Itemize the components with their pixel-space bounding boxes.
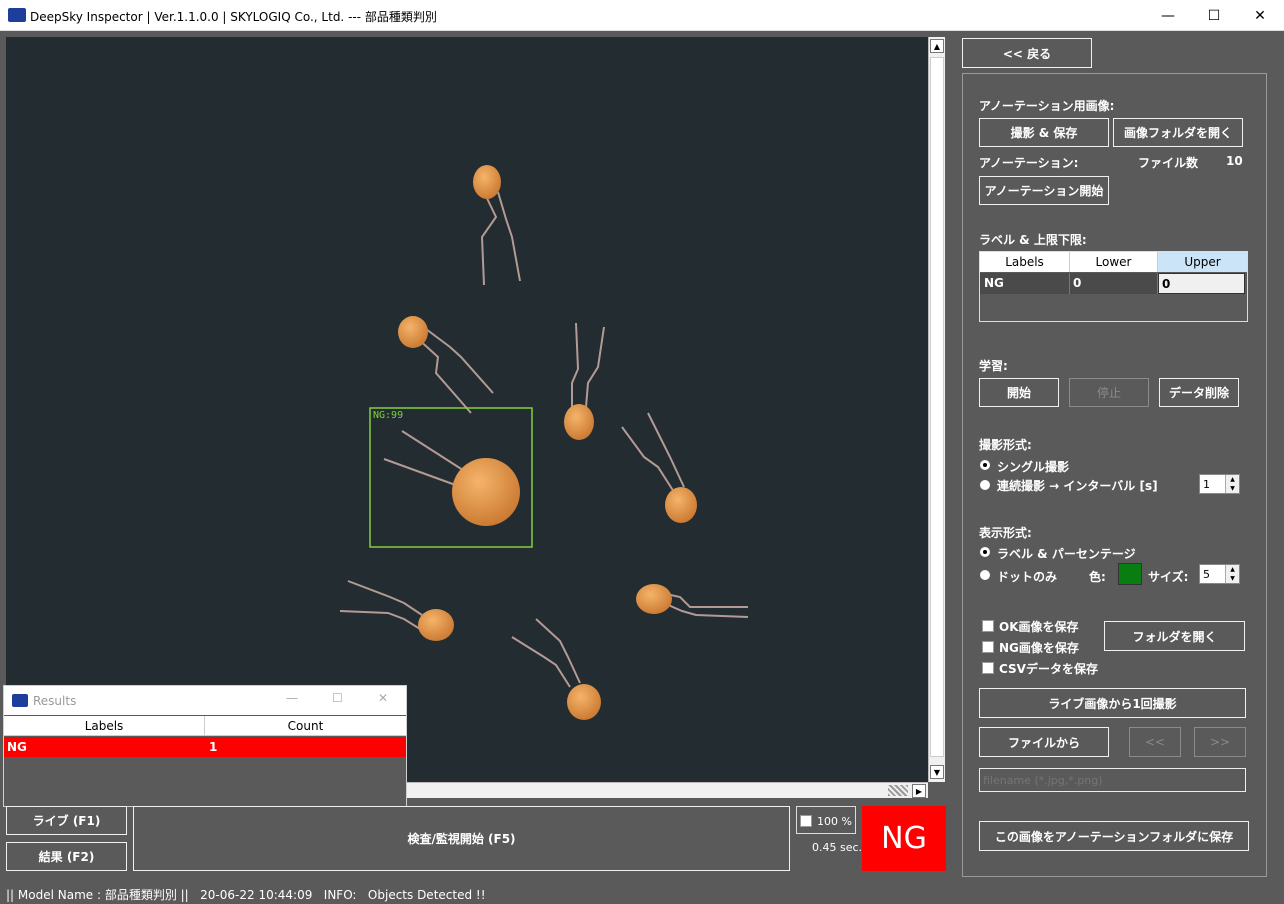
dot-color-swatch[interactable] bbox=[1118, 563, 1142, 585]
display-mode-label: 表示形式: bbox=[979, 526, 1032, 540]
title-bar: DeepSky Inspector | Ver.1.1.0.0 | SKYLOG… bbox=[0, 0, 1284, 31]
zoom-label: 100 % bbox=[817, 815, 852, 828]
detection-label: NG:99 bbox=[373, 410, 403, 421]
label-limits-row[interactable]: NG 0 0 bbox=[980, 273, 1247, 294]
file-count-label: ファイル数 bbox=[1138, 156, 1199, 170]
label-limits-label: ラベル & 上限下限: bbox=[979, 233, 1087, 247]
training-label: 学習: bbox=[979, 359, 1008, 373]
open-folder-button[interactable]: フォルダを開く bbox=[1104, 621, 1245, 651]
train-stop-button[interactable]: 停止 bbox=[1069, 378, 1149, 407]
prev-file-button[interactable]: << bbox=[1129, 727, 1181, 757]
results-close-icon[interactable]: ✕ bbox=[378, 691, 388, 705]
window-title: DeepSky Inspector | Ver.1.1.0.0 | SKYLOG… bbox=[30, 10, 437, 24]
save-ok-checkbox[interactable] bbox=[982, 620, 994, 632]
capture-save-button[interactable]: 撮影 & 保存 bbox=[979, 118, 1109, 147]
status-bar: || Model Name : 部品種類判別 || 20-06-22 10:44… bbox=[0, 883, 1284, 904]
results-col-count: Count bbox=[287, 719, 324, 733]
interval-down-icon[interactable]: ▼ bbox=[1225, 484, 1239, 493]
size-label: サイズ: bbox=[1148, 570, 1189, 584]
size-down-icon[interactable]: ▼ bbox=[1225, 574, 1239, 583]
save-csv-checkbox[interactable] bbox=[982, 662, 994, 674]
app-logo-icon bbox=[8, 8, 26, 22]
viewer-horizontal-scrollbar[interactable]: ▶ bbox=[406, 782, 928, 798]
results-minimize-icon[interactable]: — bbox=[286, 691, 298, 705]
save-ok-label: OK画像を保存 bbox=[999, 620, 1079, 634]
elapsed-time: 0.45 sec. bbox=[812, 841, 863, 854]
interval-up-icon[interactable]: ▲ bbox=[1225, 475, 1239, 484]
interval-value: 1 bbox=[1203, 477, 1210, 491]
label-limits-table: Labels Lower Upper NG 0 0 bbox=[979, 251, 1248, 322]
zoom-box[interactable]: 100 % bbox=[796, 806, 856, 834]
single-capture-label: シングル撮影 bbox=[997, 460, 1070, 474]
scroll-up-arrow-icon[interactable]: ▲ bbox=[930, 39, 944, 53]
results-window: Results — ☐ ✕ Labels Count NG 1 bbox=[3, 685, 407, 807]
train-start-button[interactable]: 開始 bbox=[979, 378, 1059, 407]
file-count-value: 10 bbox=[1226, 154, 1243, 168]
results-table-header: Labels Count bbox=[4, 716, 406, 736]
label-percentage-label: ラベル & パーセンテージ bbox=[997, 547, 1136, 561]
col-labels: Labels bbox=[980, 252, 1070, 272]
col-lower: Lower bbox=[1070, 252, 1158, 272]
component-1-body bbox=[473, 165, 501, 199]
scroll-thumb[interactable] bbox=[930, 57, 944, 757]
live-button[interactable]: ライブ (F1) bbox=[6, 806, 127, 835]
back-button[interactable]: << 戻る bbox=[962, 38, 1092, 68]
minimize-button[interactable]: — bbox=[1145, 0, 1191, 31]
row-label[interactable]: NG bbox=[980, 273, 1070, 294]
label-percentage-radio[interactable] bbox=[980, 547, 990, 557]
results-title: Results bbox=[33, 694, 77, 708]
save-to-annotation-button[interactable]: この画像をアノーテーションフォルダに保存 bbox=[979, 821, 1249, 851]
save-ng-checkbox[interactable] bbox=[982, 641, 994, 653]
size-up-icon[interactable]: ▲ bbox=[1225, 565, 1239, 574]
dot-only-label: ドットのみ bbox=[997, 570, 1058, 584]
col-upper: Upper bbox=[1158, 252, 1247, 272]
results-col-labels: Labels bbox=[4, 716, 205, 735]
size-spinner[interactable]: 5 ▲ ▼ bbox=[1199, 564, 1240, 584]
results-row-label: NG bbox=[7, 740, 27, 754]
continuous-capture-radio[interactable] bbox=[980, 480, 990, 490]
capture-mode-label: 撮影形式: bbox=[979, 438, 1032, 452]
camera-image-viewer[interactable]: NG:99 bbox=[6, 37, 928, 782]
annotation-label: アノーテーション: bbox=[979, 156, 1079, 170]
size-value: 5 bbox=[1203, 567, 1210, 581]
close-button[interactable]: ✕ bbox=[1237, 0, 1283, 31]
label-limits-header: Labels Lower Upper bbox=[980, 252, 1247, 272]
from-file-button[interactable]: ファイルから bbox=[979, 727, 1109, 757]
annotation-images-label: アノーテーション用画像: bbox=[979, 99, 1115, 113]
row-upper[interactable]: 0 bbox=[1158, 273, 1245, 294]
scroll-down-arrow-icon[interactable]: ▼ bbox=[930, 765, 944, 779]
maximize-button[interactable]: ☐ bbox=[1191, 0, 1237, 31]
continuous-capture-label: 連続撮影 → インターバル [s] bbox=[997, 479, 1158, 493]
results-logo-icon bbox=[12, 694, 28, 707]
color-label: 色: bbox=[1089, 570, 1106, 584]
camera-image: NG:99 bbox=[339, 165, 749, 720]
save-csv-label: CSVデータを保存 bbox=[999, 662, 1098, 676]
next-file-button[interactable]: >> bbox=[1194, 727, 1246, 757]
results-maximize-icon[interactable]: ☐ bbox=[332, 691, 343, 705]
results-row[interactable]: NG 1 bbox=[4, 737, 406, 757]
inspection-start-button[interactable]: 検査/監視開始 (F5) bbox=[133, 806, 790, 871]
zoom-checkbox[interactable] bbox=[800, 815, 812, 827]
status-text: || Model Name : 部品種類判別 || 20-06-22 10:44… bbox=[6, 888, 486, 902]
dot-only-radio[interactable] bbox=[980, 570, 990, 580]
component-1 bbox=[480, 191, 521, 286]
viewer-vertical-scrollbar[interactable]: ▲ ▼ bbox=[928, 37, 945, 782]
filename-input[interactable] bbox=[979, 768, 1246, 792]
capture-once-button[interactable]: ライブ画像から1回撮影 bbox=[979, 688, 1246, 718]
open-image-folder-button[interactable]: 画像フォルダを開く bbox=[1113, 118, 1243, 147]
component-big-body bbox=[452, 458, 520, 526]
row-lower[interactable]: 0 bbox=[1070, 273, 1158, 294]
interval-spinner[interactable]: 1 ▲ ▼ bbox=[1199, 474, 1240, 494]
delete-data-button[interactable]: データ削除 bbox=[1159, 378, 1239, 407]
verdict-indicator: NG bbox=[862, 806, 946, 871]
results-row-count: 1 bbox=[209, 740, 218, 754]
annotation-start-button[interactable]: アノーテーション開始 bbox=[979, 176, 1109, 205]
scroll-thumb-horizontal[interactable] bbox=[888, 785, 908, 796]
save-ng-label: NG画像を保存 bbox=[999, 641, 1079, 655]
results-title-bar: Results — ☐ ✕ bbox=[4, 686, 406, 715]
single-capture-radio[interactable] bbox=[980, 460, 990, 470]
scroll-right-arrow-icon[interactable]: ▶ bbox=[912, 784, 926, 798]
result-button[interactable]: 結果 (F2) bbox=[6, 842, 127, 871]
